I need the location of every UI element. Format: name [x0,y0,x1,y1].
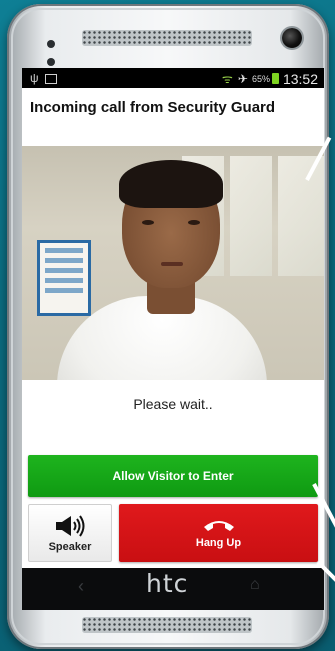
bottom-speaker-grille [82,617,252,633]
htc-logo: htc [146,569,189,598]
speaker-button[interactable]: Speaker [28,504,112,562]
battery-percent: 65% [251,73,270,84]
speaker-label: Speaker [48,540,92,553]
status-left-icons: ψ [30,71,57,85]
speaker-volume-icon [56,514,85,537]
wall-poster [37,240,91,316]
status-bar: ψ ᯤ ✈ 65% 13:52 [22,68,324,88]
image-icon [44,73,57,84]
airplane-mode-icon: ✈ [237,71,248,86]
earpiece-speaker-grille [82,30,252,46]
caller-video [22,146,324,380]
call-status: Please wait.. [133,396,213,412]
battery-icon [271,73,279,84]
clock: 13:52 [282,70,318,87]
call-title: Incoming call from Security Guard [30,99,276,116]
wifi-icon: ᯤ [221,72,233,86]
back-nav-icon[interactable]: ‹ [78,576,84,597]
phone-screen: ψ ᯤ ✈ 65% 13:52 Incoming call from Secur… [22,68,324,568]
front-camera [282,28,302,48]
home-nav-icon[interactable]: ⌂ [250,576,260,594]
status-right-icons: ᯤ ✈ 65% 13:52 [222,70,318,87]
phone-hang-up-icon [203,521,234,531]
hang-up-button[interactable]: Hang Up [119,504,318,562]
hang-up-label: Hang Up [195,537,242,549]
sensor-dots [47,35,69,66]
allow-visitor-button[interactable]: Allow Visitor to Enter [28,455,318,497]
usb-icon: ψ [30,71,39,85]
allow-visitor-label: Allow Visitor to Enter [112,469,234,483]
